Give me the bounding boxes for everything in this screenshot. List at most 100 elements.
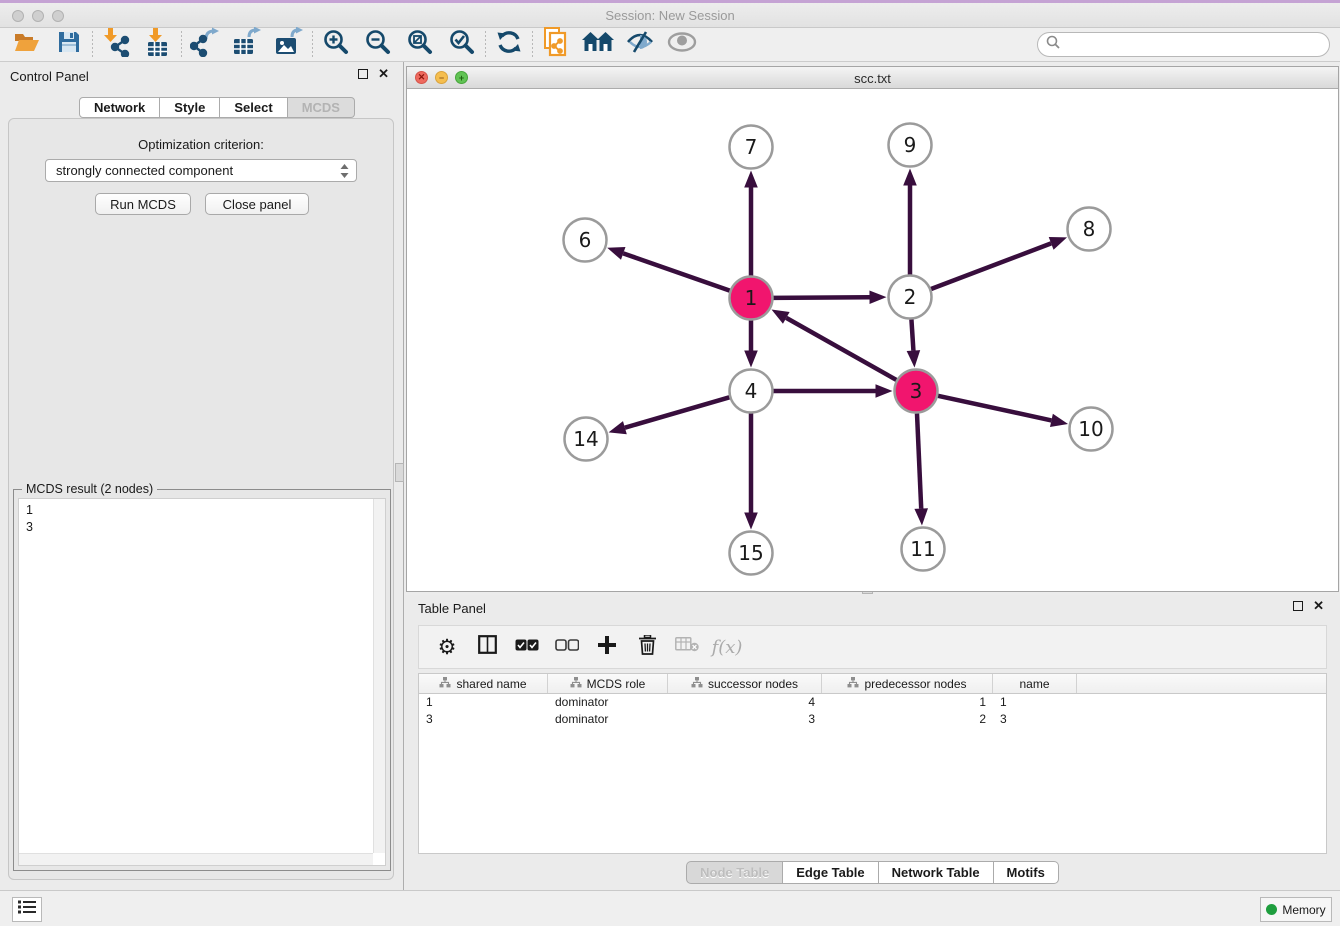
tab-select[interactable]: Select: [220, 97, 287, 118]
table-header-row: shared name MCDS role successor nodes pr…: [419, 674, 1326, 694]
export-table-button[interactable]: [226, 29, 268, 61]
graph-edge-1-2[interactable]: [773, 297, 869, 298]
zoom-selected-button[interactable]: [441, 29, 483, 61]
graph-node-14[interactable]: 14: [565, 418, 608, 461]
graph-edge-2-3[interactable]: [911, 319, 913, 350]
graph-edge-2-8[interactable]: [931, 243, 1051, 289]
graph-node-10[interactable]: 10: [1070, 408, 1113, 451]
close-panel-icon[interactable]: ✕: [1313, 601, 1324, 611]
zoom-fit-button[interactable]: [399, 29, 441, 61]
tab-network[interactable]: Network: [79, 97, 160, 118]
float-panel-icon[interactable]: [358, 69, 368, 79]
split-view-button[interactable]: [469, 630, 505, 664]
table-row[interactable]: 1 dominator 4 1 1: [419, 694, 1326, 711]
tab-node-table[interactable]: Node Table: [686, 861, 783, 884]
graph-edge-3-1[interactable]: [786, 318, 896, 380]
import-table-icon: [144, 27, 172, 62]
vertical-scrollbar[interactable]: [373, 499, 385, 853]
memory-label: Memory: [1282, 903, 1325, 917]
graph-node-1[interactable]: 1: [730, 277, 773, 320]
horizontal-scrollbar[interactable]: [19, 853, 373, 865]
svg-text:11: 11: [910, 537, 935, 561]
tab-motifs[interactable]: Motifs: [994, 861, 1059, 884]
task-history-button[interactable]: [12, 897, 42, 922]
tab-mcds[interactable]: MCDS: [288, 97, 355, 118]
import-network-button[interactable]: [95, 29, 137, 61]
houses-icon: [582, 31, 614, 58]
import-table-button[interactable]: [137, 29, 179, 61]
graph-node-2[interactable]: 2: [889, 276, 932, 319]
zoom-out-button[interactable]: [357, 29, 399, 61]
eye-icon: [667, 32, 697, 57]
panel-splitter-handle[interactable]: [395, 463, 404, 482]
delete-column-button[interactable]: [629, 630, 665, 664]
graph-edge-arrowhead: [914, 508, 928, 525]
export-image-button[interactable]: [268, 29, 310, 61]
tab-edge-table[interactable]: Edge Table: [783, 861, 878, 884]
hide-graphics-button[interactable]: [619, 29, 661, 61]
mcds-result-text: 13: [19, 499, 373, 853]
column-header-successor-nodes[interactable]: successor nodes: [668, 674, 822, 693]
graph-edge-3-10[interactable]: [938, 396, 1051, 421]
tab-network-table[interactable]: Network Table: [879, 861, 994, 884]
graph-edge-3-11[interactable]: [917, 413, 921, 508]
node-table[interactable]: shared name MCDS role successor nodes pr…: [418, 673, 1327, 854]
network-view-window: ✕ − + scc.txt 1234678910111415: [406, 66, 1339, 592]
control-panel: Control Panel ✕ Network Style Select MCD…: [0, 62, 404, 890]
refresh-layout-button[interactable]: [488, 29, 530, 61]
select-all-columns-button[interactable]: [509, 630, 545, 664]
add-column-button[interactable]: [589, 630, 625, 664]
criterion-dropdown[interactable]: strongly connected component: [45, 159, 357, 182]
graph-node-4[interactable]: 4: [730, 370, 773, 413]
graph-edge-4-14[interactable]: [625, 397, 730, 427]
table-row[interactable]: 3 dominator 3 2 3: [419, 711, 1326, 728]
close-panel-button[interactable]: Close panel: [205, 193, 309, 215]
toolbar-separator: [485, 31, 486, 59]
close-panel-icon[interactable]: ✕: [378, 69, 389, 79]
gear-icon: ⚙: [438, 635, 457, 659]
import-network-icon: [101, 27, 131, 62]
show-graphics-button[interactable]: [661, 29, 703, 61]
graph-node-9[interactable]: 9: [889, 124, 932, 167]
table-settings-button[interactable]: ⚙: [429, 630, 465, 664]
search-input[interactable]: [1065, 37, 1329, 52]
graph-node-11[interactable]: 11: [902, 528, 945, 571]
graph-node-3[interactable]: 3: [895, 370, 938, 413]
svg-text:8: 8: [1083, 217, 1096, 241]
graph-node-7[interactable]: 7: [730, 126, 773, 169]
column-header-shared-name[interactable]: shared name: [419, 674, 548, 693]
graph-node-6[interactable]: 6: [564, 219, 607, 262]
houses-button[interactable]: [577, 29, 619, 61]
column-header-name[interactable]: name: [993, 674, 1077, 693]
zoom-fit-icon: [407, 29, 433, 60]
graph-edge-arrowhead: [744, 351, 758, 368]
svg-text:9: 9: [904, 133, 917, 157]
zoom-in-icon: [323, 29, 349, 60]
run-mcds-button[interactable]: Run MCDS: [95, 193, 191, 215]
graph-edge-1-6[interactable]: [623, 253, 730, 290]
main-toolbar: [0, 28, 1340, 62]
optimization-criterion-label: Optimization criterion:: [9, 137, 393, 152]
column-header-mcds-role[interactable]: MCDS role: [548, 674, 668, 693]
graph-node-8[interactable]: 8: [1068, 208, 1111, 251]
zoom-in-button[interactable]: [315, 29, 357, 61]
memory-button[interactable]: Memory: [1260, 897, 1332, 922]
graph-edge-arrowhead: [607, 247, 625, 260]
network-graph[interactable]: 1 2 3 4 6 7 8 9 10 11 14 15: [407, 89, 1338, 591]
export-network-button[interactable]: [184, 29, 226, 61]
function-builder-button-disabled: f(x): [709, 630, 745, 664]
open-session-button[interactable]: [6, 29, 48, 61]
graph-node-15[interactable]: 15: [730, 532, 773, 575]
search-box[interactable]: [1037, 32, 1330, 57]
svg-text:6: 6: [579, 228, 592, 252]
column-header-predecessor-nodes[interactable]: predecessor nodes: [822, 674, 993, 693]
table-toolbar: ⚙ f(x): [418, 625, 1327, 669]
float-panel-icon[interactable]: [1293, 601, 1303, 611]
save-session-button[interactable]: [48, 29, 90, 61]
delete-table-icon: [675, 637, 699, 657]
network-canvas[interactable]: 1 2 3 4 6 7 8 9 10 11 14 15: [407, 89, 1338, 591]
tab-style[interactable]: Style: [160, 97, 220, 118]
toolbar-separator: [92, 31, 93, 59]
deselect-all-columns-button[interactable]: [549, 630, 585, 664]
network-document-button[interactable]: [535, 29, 577, 61]
